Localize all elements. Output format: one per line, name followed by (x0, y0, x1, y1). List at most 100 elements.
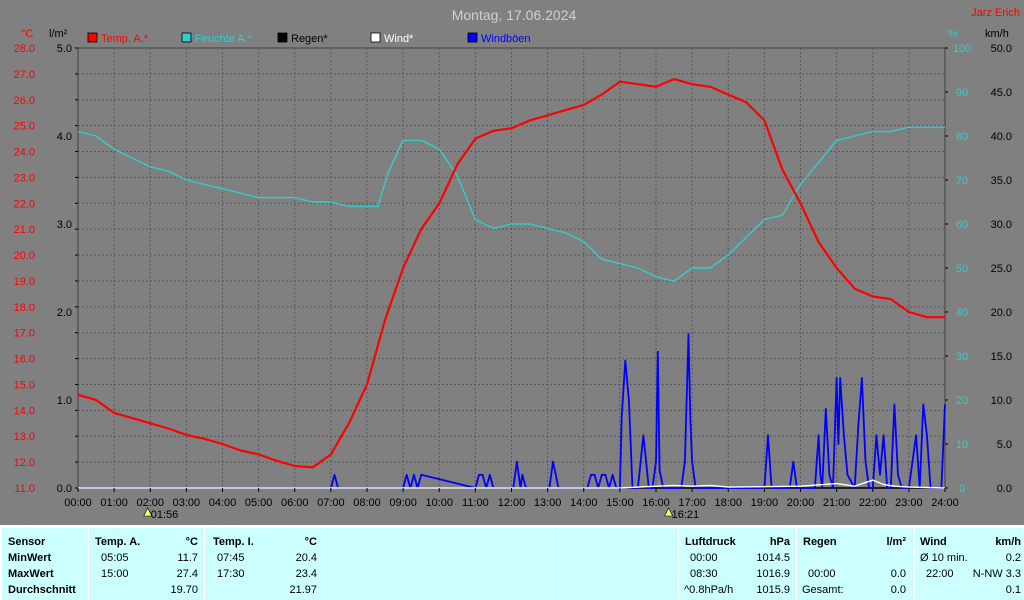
x-tick-label: 05:00 (245, 497, 273, 509)
sun-marker-label: 16:21 (672, 509, 700, 521)
author-label: Jarz Erich (971, 7, 1020, 19)
y-tick-label-temp: 24.0 (14, 147, 35, 159)
temp-i-max-time: 17:30 (217, 568, 245, 580)
y-tick-label-humidity: 10 (956, 439, 968, 451)
x-tick-label: 04:00 (209, 497, 237, 509)
luftdruck-unit: hPa (769, 536, 790, 548)
y-tick-label-humidity: 100 (953, 43, 971, 55)
chart-title: Montag, 17.06.2024 (452, 7, 577, 23)
luftdruck-avg-value: 1015.9 (756, 584, 790, 596)
y-tick-label-humidity: 50 (956, 263, 968, 275)
y-tick-label-humidity: 0 (959, 483, 965, 495)
y-tick-label-humidity: 70 (956, 175, 968, 187)
col-empty-1 (324, 528, 441, 600)
col-luftdruck: Luftdruck hPa 00:00 1014.5 08:30 1016.9 … (679, 528, 796, 600)
y-tick-label-temp: 13.0 (14, 431, 35, 443)
y-tick-label-temp: 15.0 (14, 379, 35, 391)
wind-header: Wind (920, 536, 947, 548)
y-tick-label-humidity: 20 (956, 395, 968, 407)
luftdruck-trend: ^0.8hPa/h (684, 584, 734, 596)
wind-avg-value: 0.1 (1005, 584, 1021, 596)
y-tick-label-rain: 3.0 (57, 219, 72, 231)
x-tick-label: 12:00 (498, 497, 526, 509)
y-tick-label-wind: 20.0 (991, 307, 1012, 319)
temp-i-avg-value: 21.97 (289, 584, 317, 596)
y-tick-label-wind: 45.0 (991, 87, 1012, 99)
y-tick-label-humidity: 30 (956, 351, 968, 363)
sensor-header: Sensor (8, 536, 46, 548)
y-tick-label-temp: 19.0 (14, 276, 35, 288)
y-tick-label-temp: 28.0 (14, 43, 35, 55)
row-label-max: MaxWert (8, 568, 54, 580)
x-tick-label: 21:00 (823, 497, 851, 509)
y-tick-label-wind: 40.0 (991, 131, 1012, 143)
temp-a-min-time: 05:05 (101, 552, 129, 564)
temp-a-header: Temp. A. (95, 536, 141, 548)
x-tick-label: 08:00 (353, 497, 381, 509)
legend-label: Wind* (384, 33, 414, 45)
col-sensor: Sensor MinWert MaxWert Durchschnitt (2, 528, 88, 600)
sun-marker-label: 01:56 (151, 509, 179, 521)
x-tick-label: 06:00 (281, 497, 309, 509)
regen-header: Regen (803, 536, 837, 548)
x-tick-label: 15:00 (606, 497, 634, 509)
legend-swatch (87, 32, 98, 43)
weather-chart: 00:00 01:00 02:00 03:00 04:00 05:00 06:00 07:00… (14, 7, 1020, 521)
luftdruck-max-value: 1016.9 (756, 568, 790, 580)
unit-wind-label: km/h (985, 28, 1009, 40)
y-tick-label-temp: 23.0 (14, 172, 35, 184)
y-tick-label-temp: 16.0 (14, 354, 35, 366)
temp-a-avg-value: 19.70 (170, 584, 198, 596)
temp-i-min-value: 20.4 (295, 552, 317, 564)
x-tick-label: 14:00 (570, 497, 598, 509)
x-tick-label: 03:00 (173, 497, 201, 509)
y-tick-label-wind: 25.0 (991, 263, 1012, 275)
y-tick-label-humidity: 80 (956, 131, 968, 143)
y-tick-label-rain: 0.0 (57, 483, 72, 495)
y-tick-label-rain: 4.0 (57, 131, 72, 143)
luftdruck-min-value: 1014.5 (756, 552, 790, 564)
x-tick-label: 23:00 (895, 497, 923, 509)
y-tick-label-temp: 25.0 (14, 121, 35, 133)
x-tick-label: 17:00 (678, 497, 706, 509)
y-tick-label-wind: 35.0 (991, 175, 1012, 187)
y-tick-label-wind: 0.0 (997, 483, 1012, 495)
temp-a-max-time: 15:00 (101, 568, 129, 580)
unit-humidity-label: % (948, 28, 958, 40)
temp-i-min-time: 07:45 (217, 552, 245, 564)
col-temp-a: Temp. A. °C 05:05 11.7 15:00 27.4 19.70 (89, 528, 204, 600)
chart-area: 00:00 01:00 02:00 03:00 04:00 05:00 06:00 07:00… (0, 0, 1024, 525)
luftdruck-min-time: 00:00 (690, 552, 718, 564)
col-empty-3 (560, 528, 678, 600)
y-tick-label-rain: 1.0 (57, 395, 72, 407)
regen-max-time: 00:00 (808, 568, 836, 580)
x-tick-label: 18:00 (714, 497, 742, 509)
x-tick-label: 22:00 (859, 497, 887, 509)
temp-a-max-value: 27.4 (176, 568, 198, 580)
legend-swatch (370, 32, 381, 43)
legend-label: Windböen (481, 33, 531, 45)
y-tick-label-humidity: 60 (956, 219, 968, 231)
regen-total-value: 0.0 (890, 584, 906, 596)
x-tick-label: 16:00 (642, 497, 670, 509)
x-tick-label: 24:00 (931, 497, 959, 509)
x-tick-label: 00:00 (64, 497, 92, 509)
y-tick-label-temp: 14.0 (14, 405, 35, 417)
regen-unit: l/m² (886, 536, 906, 548)
luftdruck-header: Luftdruck (685, 536, 736, 548)
y-tick-label-wind: 10.0 (991, 395, 1012, 407)
row-label-min: MinWert (8, 552, 52, 564)
wind-unit: km/h (995, 536, 1021, 548)
x-tick-label: 13:00 (534, 497, 562, 509)
y-tick-label-temp: 12.0 (14, 457, 35, 469)
unit-temp-label: °C (21, 28, 33, 40)
y-tick-label-temp: 27.0 (14, 69, 35, 81)
y-tick-label-humidity: 40 (956, 307, 968, 319)
col-empty-2 (442, 528, 559, 600)
regen-max-value: 0.0 (890, 568, 906, 580)
x-tick-label: 10:00 (425, 497, 453, 509)
legend-swatch (181, 32, 192, 43)
x-tick-label: 20:00 (787, 497, 815, 509)
legend-label: Regen* (291, 33, 328, 45)
statistics-table: Sensor MinWert MaxWert Durchschnitt Temp… (0, 525, 1024, 600)
